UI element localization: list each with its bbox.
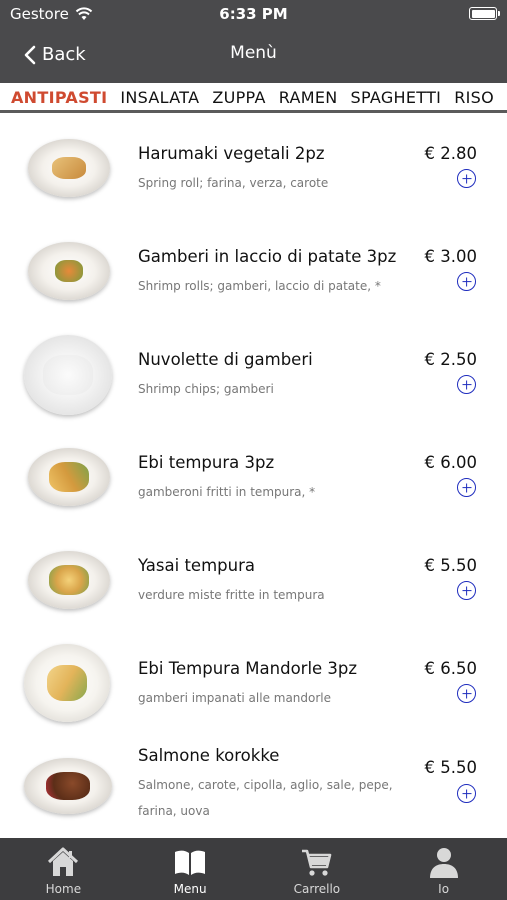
menu-list: Harumaki vegetali 2pz Spring roll; farin… xyxy=(0,116,507,838)
tab-zuppa[interactable]: ZUPPA xyxy=(212,88,265,107)
menu-item[interactable]: Ebi Tempura Mandorle 3pz gamberi impanat… xyxy=(0,631,507,734)
tab-menu[interactable]: Menu xyxy=(127,838,254,900)
app-header: Gestore 6:33 PM Back Menù xyxy=(0,0,507,83)
dish-image xyxy=(24,335,112,415)
user-icon xyxy=(429,848,458,878)
dish-name: Harumaki vegetali 2pz xyxy=(138,144,325,163)
page-title: Menù xyxy=(230,43,277,63)
dish-price: € 3.00 xyxy=(424,247,477,266)
tab-spaghetti[interactable]: SPAGHETTI xyxy=(351,88,442,107)
menu-item[interactable]: Ebi tempura 3pz gamberoni fritti in temp… xyxy=(0,425,507,528)
dish-price: € 5.50 xyxy=(424,758,477,777)
status-time: 6:33 PM xyxy=(219,5,288,23)
dish-name: Salmone korokke xyxy=(138,746,280,765)
add-to-cart-icon[interactable] xyxy=(457,581,476,600)
dish-name: Ebi tempura 3pz xyxy=(138,453,275,472)
tab-profile[interactable]: Io xyxy=(380,838,507,900)
dish-description: Spring roll; farina, verza, carote xyxy=(138,176,329,190)
add-to-cart-icon[interactable] xyxy=(457,684,476,703)
dish-price: € 5.50 xyxy=(424,556,477,575)
book-icon xyxy=(175,850,206,875)
dish-image xyxy=(28,448,110,506)
status-bar: Gestore 6:33 PM xyxy=(0,0,507,28)
dish-image xyxy=(28,242,110,300)
dish-image xyxy=(24,758,112,814)
add-to-cart-icon[interactable] xyxy=(457,784,476,803)
tab-ramen[interactable]: RAMEN xyxy=(279,88,338,107)
dish-description: gamberoni fritti in tempura, * xyxy=(138,485,316,499)
home-icon xyxy=(48,847,79,876)
tab-home-label: Home xyxy=(45,882,82,896)
dish-description: Salmone, carote, cipolla, aglio, sale, p… xyxy=(138,778,393,818)
tab-cart[interactable]: Carrello xyxy=(254,838,381,900)
dish-description: Shrimp chips; gamberi xyxy=(138,382,274,396)
menu-item[interactable]: Salmone korokke Salmone, carote, cipolla… xyxy=(0,734,507,838)
tab-insalata[interactable]: INSALATA xyxy=(120,88,199,107)
dish-description: gamberi impanati alle mandorle xyxy=(138,691,332,705)
add-to-cart-icon[interactable] xyxy=(457,478,476,497)
cart-icon xyxy=(301,849,332,876)
dish-name: Gamberi in laccio di patate 3pz xyxy=(138,247,397,266)
dish-description: verdure miste fritte in tempura xyxy=(138,588,325,602)
dish-description: Shrimp rolls; gamberi, laccio di patate,… xyxy=(138,279,381,293)
bottom-tab-bar: Home Menu Carrello Io xyxy=(0,838,507,900)
tab-home[interactable]: Home xyxy=(0,838,127,900)
dish-name: Yasai tempura xyxy=(138,556,255,575)
battery-icon xyxy=(469,7,500,20)
dish-image xyxy=(28,139,110,197)
tab-antipasti[interactable]: ANTIPASTI xyxy=(11,88,107,107)
add-to-cart-icon[interactable] xyxy=(457,375,476,394)
dish-price: € 6.00 xyxy=(424,453,477,472)
dish-price: € 2.80 xyxy=(424,144,477,163)
add-to-cart-icon[interactable] xyxy=(457,272,476,291)
menu-item[interactable]: Yasai tempura verdure miste fritte in te… xyxy=(0,528,507,631)
menu-item[interactable]: Nuvolette di gamberi Shrimp chips; gambe… xyxy=(0,322,507,425)
tab-menu-label: Menu xyxy=(173,882,207,896)
tab-riso[interactable]: RISO xyxy=(454,88,494,107)
nav-bar: Back Menù xyxy=(0,28,507,83)
dish-name: Nuvolette di gamberi xyxy=(138,350,313,369)
menu-item[interactable]: Gamberi in laccio di patate 3pz Shrimp r… xyxy=(0,219,507,322)
dish-image xyxy=(24,644,110,722)
category-tabs: ANTIPASTI INSALATA ZUPPA RAMEN SPAGHETTI… xyxy=(0,83,507,113)
dish-price: € 2.50 xyxy=(424,350,477,369)
dish-price: € 6.50 xyxy=(424,659,477,678)
add-to-cart-icon[interactable] xyxy=(457,169,476,188)
tab-profile-label: Io xyxy=(438,882,450,896)
tab-cart-label: Carrello xyxy=(293,882,341,896)
dish-image xyxy=(28,551,110,609)
menu-item[interactable]: Harumaki vegetali 2pz Spring roll; farin… xyxy=(0,116,507,219)
dish-name: Ebi Tempura Mandorle 3pz xyxy=(138,659,358,678)
